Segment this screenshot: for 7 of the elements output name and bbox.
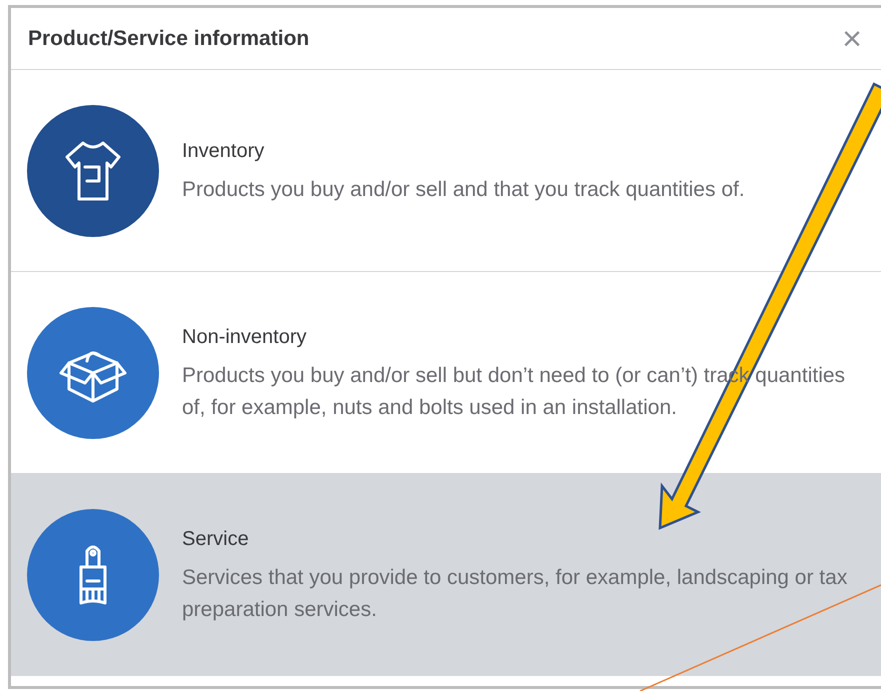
option-description: Services that you provide to customers, for example, landscaping or tax preparation services. (182, 565, 848, 623)
option-title: Non-inventory (182, 324, 308, 350)
option-description: Products you buy and/or sell and that you track quantities of. (182, 176, 745, 202)
dialog-title: Product/Service information (28, 26, 310, 52)
option-title: Inventory (182, 138, 266, 164)
option-row[interactable]: Service Services that you provide to customers, for example, landscaping or tax preparation services. (11, 474, 881, 676)
option-title: Service (182, 527, 250, 552)
